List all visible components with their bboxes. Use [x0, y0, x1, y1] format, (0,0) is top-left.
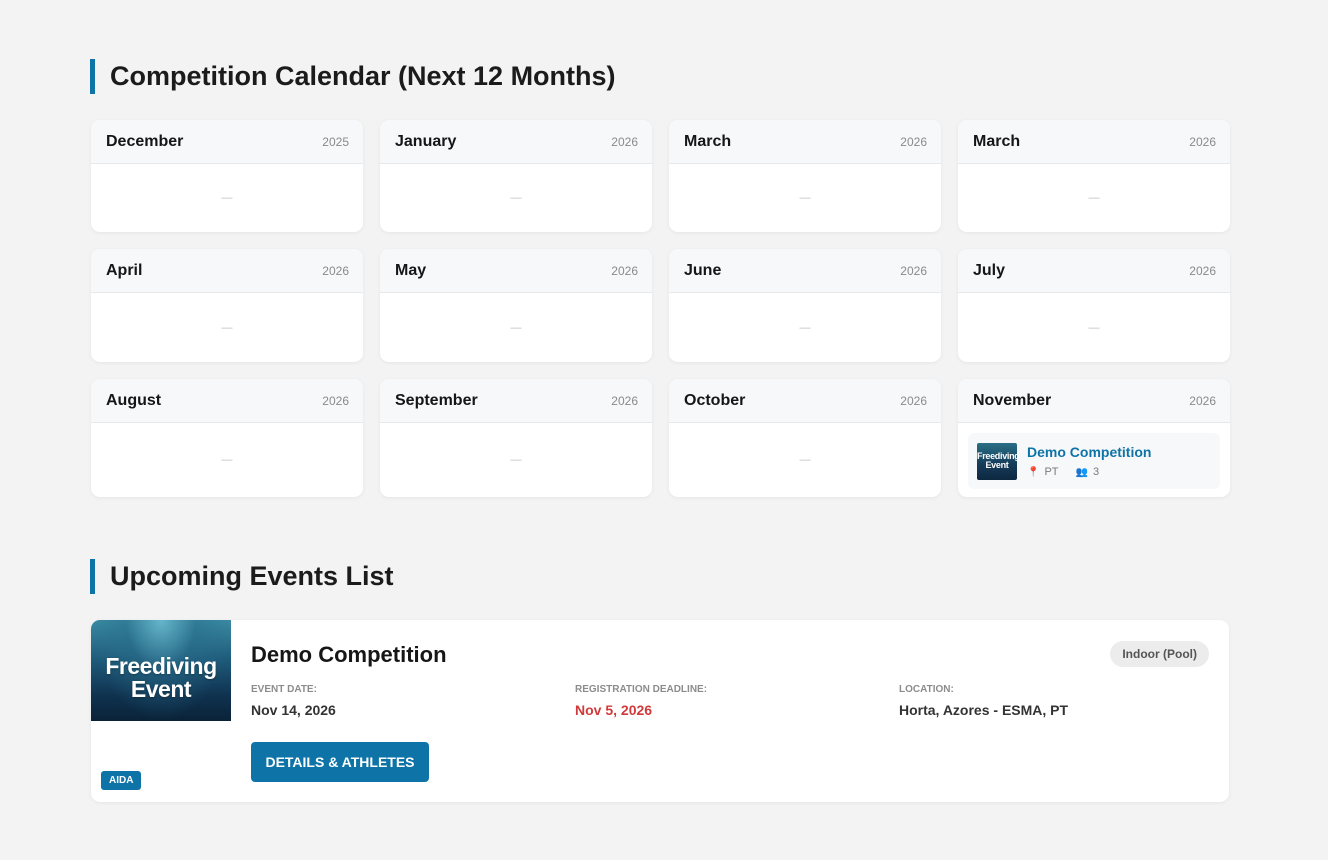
- month-card-january: January 2026 —: [380, 120, 652, 232]
- month-header: October 2026: [669, 379, 941, 423]
- month-header: August 2026: [91, 379, 363, 423]
- calendar-event-item[interactable]: Freediving Event Demo Competition 📍 PT 👥…: [968, 433, 1220, 489]
- location-value: Horta, Azores - ESMA, PT: [899, 702, 1069, 718]
- month-name: December: [106, 132, 184, 150]
- month-card-august: August 2026 —: [91, 379, 363, 497]
- event-title: Demo Competition: [251, 642, 447, 667]
- month-card-march: March 2026 —: [669, 120, 941, 232]
- month-year: 2026: [322, 393, 349, 408]
- month-header: June 2026: [669, 249, 941, 293]
- empty-marker: —: [221, 192, 233, 204]
- month-card-april: April 2026 —: [91, 249, 363, 362]
- events-list-title: Upcoming Events List: [90, 559, 394, 594]
- month-header: December 2025: [91, 120, 363, 164]
- month-name: September: [395, 391, 478, 409]
- calendar-event-link[interactable]: Demo Competition: [1027, 444, 1151, 460]
- thumbnail-text: Freediving Event: [977, 450, 1017, 470]
- event-date-value: Nov 14, 2026: [251, 702, 336, 718]
- month-name: October: [684, 391, 746, 409]
- empty-marker: —: [799, 321, 811, 334]
- month-name: April: [106, 261, 143, 279]
- calendar-title: Competition Calendar (Next 12 Months): [90, 59, 616, 94]
- month-name: August: [106, 391, 162, 409]
- month-header: April 2026: [91, 249, 363, 293]
- month-header: March 2026: [958, 120, 1230, 164]
- month-name: May: [395, 261, 427, 279]
- month-header: January 2026: [380, 120, 652, 164]
- empty-marker: —: [1088, 192, 1100, 204]
- registration-deadline-label: REGISTRATION DEADLINE:: [575, 684, 708, 695]
- event-image: Freediving Event: [91, 620, 231, 721]
- month-year: 2026: [611, 393, 638, 408]
- month-year: 2026: [1189, 134, 1216, 149]
- event-type-badge: Indoor (Pool): [1110, 641, 1209, 667]
- month-year: 2026: [900, 263, 927, 278]
- month-name: November: [973, 391, 1052, 409]
- month-name: March: [973, 132, 1021, 150]
- month-year: 2026: [322, 263, 349, 278]
- empty-marker: —: [510, 192, 522, 204]
- registration-deadline-field: REGISTRATION DEADLINE: Nov 5, 2026: [575, 684, 707, 718]
- month-card-october: October 2026 —: [669, 379, 941, 497]
- event-date-label: EVENT DATE:: [251, 684, 317, 695]
- event-date-field: EVENT DATE: Nov 14, 2026: [251, 684, 336, 718]
- empty-marker: —: [221, 321, 233, 334]
- month-header: July 2026: [958, 249, 1230, 293]
- month-header: September 2026: [380, 379, 652, 423]
- empty-marker: —: [510, 454, 522, 466]
- registration-deadline-value: Nov 5, 2026: [575, 702, 653, 718]
- month-year: 2026: [611, 134, 638, 149]
- month-header: November 2026: [958, 379, 1230, 423]
- location-label: LOCATION:: [899, 684, 954, 695]
- month-card-may: May 2026 —: [380, 249, 652, 362]
- month-card-july: July 2026 —: [958, 249, 1230, 362]
- month-name: July: [973, 261, 1006, 279]
- event-image-text: Freediving Event: [105, 653, 217, 702]
- map-pin-icon: 📍: [1027, 466, 1040, 478]
- month-year: 2026: [900, 393, 927, 408]
- calendar-grid: December 2025 — January 2026 — March 202…: [91, 120, 1230, 514]
- month-name: March: [684, 132, 732, 150]
- month-card-december: December 2025 —: [91, 120, 363, 232]
- empty-marker: —: [510, 321, 522, 334]
- event-country: PT: [1044, 466, 1059, 478]
- participant-count: 3: [1092, 466, 1100, 478]
- month-header: March 2026: [669, 120, 941, 164]
- empty-marker: —: [1088, 321, 1100, 334]
- month-year: 2026: [1189, 393, 1216, 408]
- details-athletes-button[interactable]: DETAILS & ATHLETES: [251, 742, 429, 782]
- empty-marker: —: [799, 192, 811, 204]
- organization-badge: AIDA: [101, 771, 142, 790]
- month-name: June: [684, 261, 722, 279]
- empty-marker: —: [221, 454, 233, 466]
- people-icon: 👥: [1075, 466, 1088, 478]
- month-card-november: November 2026 Freediving Event Demo Comp…: [958, 379, 1230, 497]
- month-card-june: June 2026 —: [669, 249, 941, 362]
- month-year: 2026: [1189, 263, 1216, 278]
- month-card-march-2: March 2026 —: [958, 120, 1230, 232]
- event-card: Freediving Event AIDA Demo Competition I…: [91, 620, 1229, 802]
- month-card-september: September 2026 —: [380, 379, 652, 497]
- empty-marker: —: [799, 454, 811, 466]
- month-name: January: [395, 132, 457, 150]
- month-year: 2025: [322, 134, 349, 149]
- month-header: May 2026: [380, 249, 652, 293]
- event-thumbnail: Freediving Event: [977, 442, 1017, 480]
- location-field: LOCATION: Horta, Azores - ESMA, PT: [899, 684, 1068, 718]
- month-year: 2026: [611, 263, 638, 278]
- month-year: 2026: [900, 134, 927, 149]
